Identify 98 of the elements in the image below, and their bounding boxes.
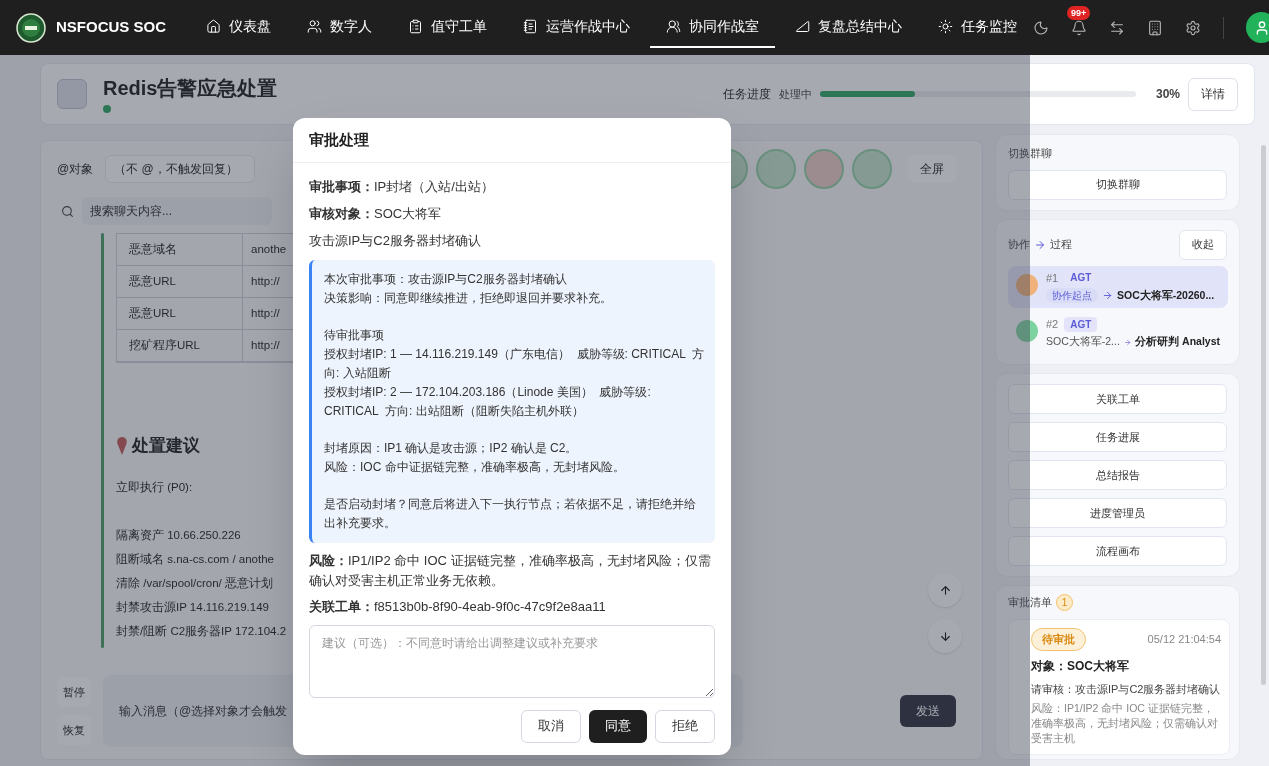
approval-risk: 风险：IP1/IP2 命中 IOC 证据链完整，准确率极高，无封堵风险；仅需确认对受害主机 bbox=[1031, 701, 1219, 746]
mention-label: @对象 bbox=[57, 161, 94, 178]
approval-object: 对象：SOC大将军 bbox=[1031, 657, 1130, 675]
quote-line: 待审批事项 bbox=[324, 327, 385, 344]
approval-card[interactable]: 待审批 05/12 21:04:54 对象：SOC大将军 请审核：攻击源IP与C2服务器封堵确认 风险：IP1/IP2 命中 IOC 证据链完整，准确率极高，无封堵风险；仅需确认对受害主机 bbox=[1008, 619, 1230, 755]
agent-name: 分析研判 Analyst bbox=[1135, 334, 1220, 350]
table-cell: http:// bbox=[242, 298, 288, 329]
text-line: 封禁攻击源IP 14.116.219.149 bbox=[116, 599, 269, 615]
text-line: 隔离资产 10.66.250.226 bbox=[116, 527, 241, 543]
mention-select[interactable]: （不 @，不触发回复） bbox=[105, 155, 256, 183]
search-icon bbox=[61, 204, 74, 218]
step-index: #2 bbox=[1046, 316, 1059, 332]
nav-tab[interactable]: 任务监控 bbox=[922, 7, 1033, 48]
section-label: 审批清单 bbox=[1008, 595, 1052, 611]
notification-icon[interactable] bbox=[1071, 19, 1087, 36]
agent-name: SOC大将军-20260... bbox=[1117, 288, 1215, 303]
table-cell-text: 挖矿程序URL bbox=[128, 337, 201, 353]
details-button[interactable]: 详情 bbox=[1188, 77, 1238, 111]
text-line: 封禁/阻断 C2服务器IP 172.104.2 bbox=[116, 623, 287, 639]
text-line: 立即执行 (P0): bbox=[116, 479, 193, 495]
flow-item[interactable]: #1 AGT 协作起点 SOC大将军-20260... bbox=[1008, 265, 1228, 308]
group-icon bbox=[666, 19, 681, 34]
arrow-up-icon bbox=[938, 583, 952, 597]
arrow-icon bbox=[1034, 238, 1046, 251]
arrow-down-icon bbox=[938, 629, 952, 643]
nav-tab[interactable]: 运营作战中心 bbox=[507, 7, 646, 48]
nav-tab[interactable]: 值守工单 bbox=[392, 7, 503, 48]
nav-tab[interactable]: 仪表盘 bbox=[190, 7, 287, 48]
message-input[interactable]: 输入消息（@选择对象才会触发 bbox=[119, 702, 288, 720]
field-row-text: 审核对象：SOC大将军 bbox=[309, 204, 442, 223]
action-button[interactable]: 关联工单 bbox=[1008, 384, 1227, 414]
collapse-button[interactable]: 收起 bbox=[1179, 229, 1227, 260]
action-button[interactable]: 总结报告 bbox=[1008, 460, 1227, 490]
pin-icon bbox=[116, 436, 128, 455]
field-row-text: 审批事项：IP封堵（入站/出站） bbox=[309, 177, 494, 196]
text-line: 阻断域名 s.na-cs.com / anothe bbox=[116, 551, 274, 567]
dialog-button[interactable]: 取消 bbox=[521, 709, 581, 743]
quote-line: 授权封堵IP: 2 — 172.104.203.186（Linode 美国） 威胁等级: CRITICAL 方向: 出站阻断（阻断失陷主机外联） bbox=[324, 384, 652, 420]
table-cell-text: 恶意域名 bbox=[128, 241, 178, 257]
search-field[interactable]: 搜索聊天内容... bbox=[82, 197, 272, 225]
nav-tab[interactable]: 协同作战室 bbox=[650, 7, 775, 48]
text-line: 清除 /var/spool/cron/ 恶意计划 bbox=[116, 575, 273, 591]
moon-icon[interactable] bbox=[1033, 19, 1049, 36]
approval-subject: 攻击源IP与C2服务器封堵确认 bbox=[309, 231, 481, 250]
clipboard-icon bbox=[408, 19, 423, 34]
nav-tab[interactable]: 复盘总结中心 bbox=[779, 7, 918, 48]
approval-review: 请审核：攻击源IP与C2服务器封堵确认 bbox=[1031, 681, 1221, 697]
section-title: 处置建议 bbox=[132, 435, 200, 457]
quote-line: 封堵原因：IP1 确认是攻击源；IP2 确认是 C2。 bbox=[324, 440, 579, 457]
ticket-row-text: 关联工单：f8513b0b-8f90-4eab-9f0c-47c9f2e8aa11 bbox=[309, 598, 607, 616]
task-title: Redis告警应急处置 bbox=[103, 75, 278, 101]
switch-chat-button[interactable]: 切换群聊 bbox=[1008, 169, 1227, 200]
settings-icon[interactable] bbox=[1185, 19, 1201, 36]
brand-name: NSFOCUS SOC bbox=[56, 17, 166, 38]
table-cell: http:// bbox=[242, 266, 288, 297]
switch-icon[interactable] bbox=[1109, 19, 1125, 36]
risk-text: 风险：IP1/IP2 命中 IOC 证据链完整，准确率极高，无封堵风险；仅需确认对受害主机正常业务无依赖。 bbox=[309, 552, 712, 590]
agent-tag: AGT bbox=[1064, 316, 1098, 332]
step-index: #1 bbox=[1046, 270, 1059, 286]
dialog-button[interactable]: 同意 bbox=[589, 709, 647, 743]
home-icon bbox=[206, 19, 221, 34]
section-label: 切换群聊 bbox=[1008, 146, 1053, 161]
quote-line: 风险：IOC 命中证据链完整，准确率极高，无封堵风险。 bbox=[324, 459, 626, 476]
section-label: 协作 bbox=[1008, 237, 1030, 253]
triangle-icon bbox=[795, 19, 810, 34]
count-badge: 1 bbox=[1056, 594, 1073, 611]
action-button[interactable]: 任务进展 bbox=[1008, 422, 1227, 452]
flow-item[interactable]: #2 AGT SOC大将军-2... 分析研判 Analyst bbox=[1008, 311, 1228, 354]
send-button[interactable]: 发送 bbox=[900, 695, 956, 727]
progress-percent: 30% bbox=[1155, 86, 1180, 103]
arrow-icon bbox=[1102, 290, 1113, 302]
logo-icon bbox=[16, 12, 46, 43]
notebook-icon bbox=[523, 19, 538, 34]
agent-name: SOC大将军-2... bbox=[1046, 334, 1120, 350]
nav-tab[interactable]: 数字人 bbox=[291, 7, 388, 48]
origin-tag: 协作起点 bbox=[1046, 288, 1098, 304]
dialog-title: 审批处理 bbox=[293, 118, 731, 163]
sun-icon bbox=[938, 19, 953, 34]
user-avatar[interactable] bbox=[1246, 12, 1269, 43]
table-cell: http:// bbox=[242, 330, 288, 361]
action-button[interactable]: 流程画布 bbox=[1008, 536, 1227, 566]
notification-badge: 99+ bbox=[1067, 5, 1091, 20]
comment-field[interactable]: 建议（可选）：不同意时请给出调整建议或补充要求 bbox=[309, 624, 715, 698]
dialog-button[interactable]: 拒绝 bbox=[655, 709, 715, 743]
action-button[interactable]: 进度管理员 bbox=[1008, 498, 1227, 528]
approval-time: 05/12 21:04:54 bbox=[1147, 632, 1221, 647]
quote-line: 是否启动封堵？同意后将进入下一执行节点；若依据不足，请拒绝并给出补充要求。 bbox=[324, 496, 697, 532]
quote-line: 本次审批事项：攻击源IP与C2服务器封堵确认 bbox=[324, 271, 568, 288]
table-cell-text: 恶意URL bbox=[128, 305, 177, 321]
building-icon[interactable] bbox=[1147, 19, 1163, 36]
users-icon bbox=[307, 19, 322, 34]
progress-label: 任务进度 bbox=[722, 86, 771, 103]
progress-status: 处理中 bbox=[778, 86, 812, 102]
table-cell-text: 恶意URL bbox=[128, 273, 177, 289]
quote-line: 决策影响：同意即继续推进，拒绝即退回并要求补充。 bbox=[324, 290, 613, 307]
section-label: 过程 bbox=[1050, 237, 1072, 253]
quote-line: 授权封堵IP: 1 — 14.116.219.149（广东电信） 威胁等级: CRITICAL 方向: 入站阻断 bbox=[324, 346, 706, 382]
status-tag: 待审批 bbox=[1031, 628, 1086, 651]
